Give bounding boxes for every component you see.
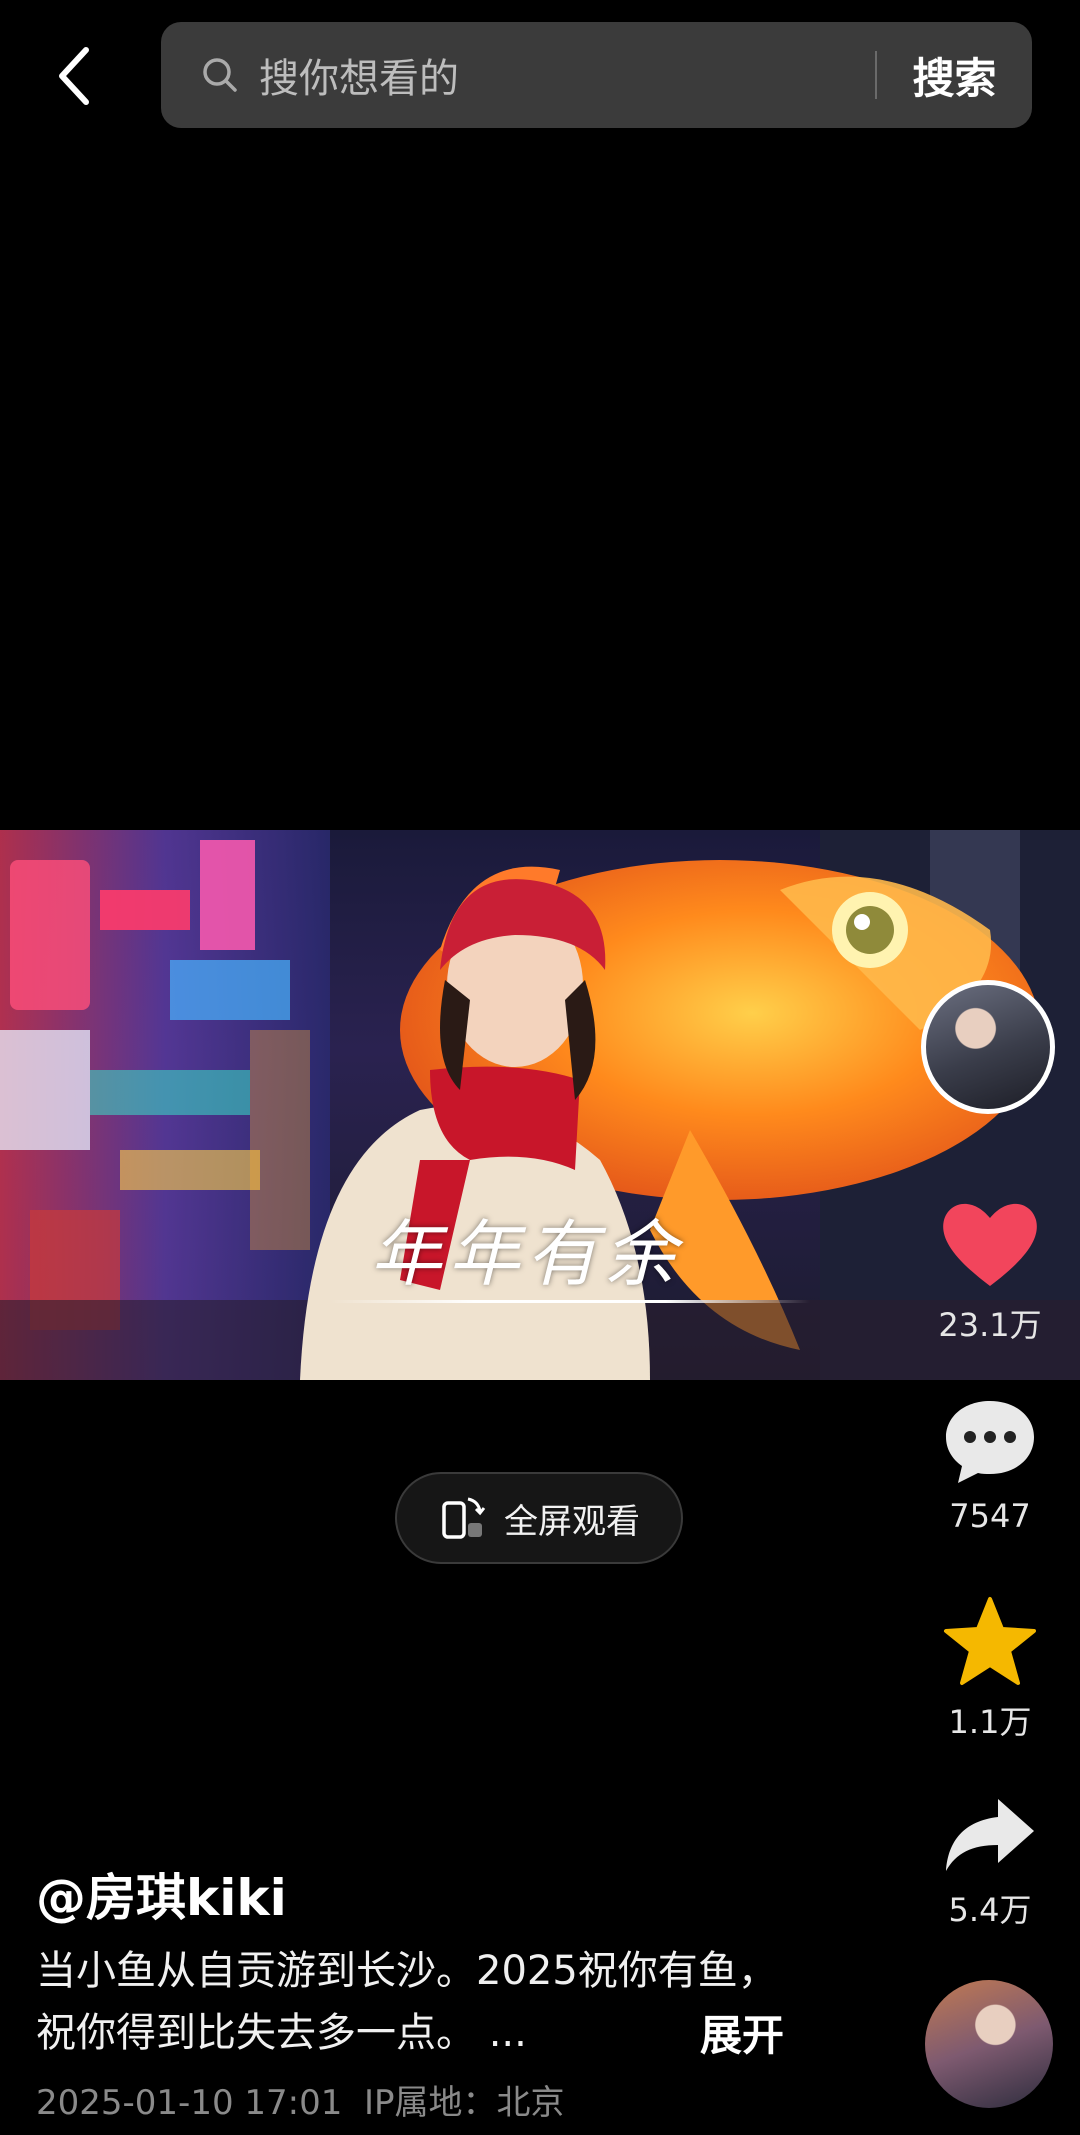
back-arrow-icon [59, 47, 89, 105]
search-button[interactable]: 搜索 [877, 45, 1032, 106]
comment-button[interactable]: 7547 [920, 1397, 1060, 1535]
like-button[interactable]: 23.1万 [920, 1198, 1060, 1346]
ip-location: IP属地：北京 [364, 2083, 565, 2123]
search-input[interactable]: 搜你想看的 [259, 46, 875, 104]
search-icon [203, 58, 237, 92]
caption-underline [330, 1300, 810, 1303]
fullscreen-button[interactable]: 全屏观看 [395, 1472, 683, 1564]
fullscreen-icon [442, 1497, 486, 1539]
music-avatar[interactable] [925, 1980, 1053, 2108]
post-description: 当小鱼从自贡游到长沙。2025祝你有鱼，祝你得到比失去多一点。 ... [36, 1948, 778, 2056]
search-bar[interactable]: 搜你想看的 搜索 [161, 22, 1032, 128]
post-timestamp: 2025-01-10 17:01 [36, 2083, 343, 2123]
favorite-count: 1.1万 [948, 1703, 1032, 1741]
video-caption: 年年有余 [370, 1212, 683, 1296]
comment-icon [946, 1401, 1034, 1483]
back-button[interactable] [44, 36, 104, 116]
share-button[interactable]: 5.4万 [920, 1795, 1060, 1931]
fullscreen-label: 全屏观看 [504, 1501, 640, 1542]
expand-button[interactable]: 展开 [700, 2002, 784, 2063]
share-icon [946, 1799, 1034, 1871]
author-avatar[interactable] [921, 980, 1055, 1114]
star-icon [944, 1597, 1036, 1685]
post-meta: 2025-01-10 17:01 IP属地：北京 [36, 2075, 565, 2124]
comment-count: 7547 [949, 1497, 1031, 1535]
like-count: 23.1万 [938, 1306, 1042, 1344]
favorite-button[interactable]: 1.1万 [920, 1595, 1060, 1743]
video-player[interactable]: 年年有余 [0, 830, 1080, 1380]
author-name[interactable]: @房琪kiki [36, 1858, 287, 1930]
share-count: 5.4万 [948, 1891, 1032, 1929]
video-detail-page: 搜你想看的 搜索 年年有余 23.1万 7547 1.1万 5.4万 全屏观看 … [0, 0, 1080, 2135]
heart-icon [943, 1203, 1037, 1286]
